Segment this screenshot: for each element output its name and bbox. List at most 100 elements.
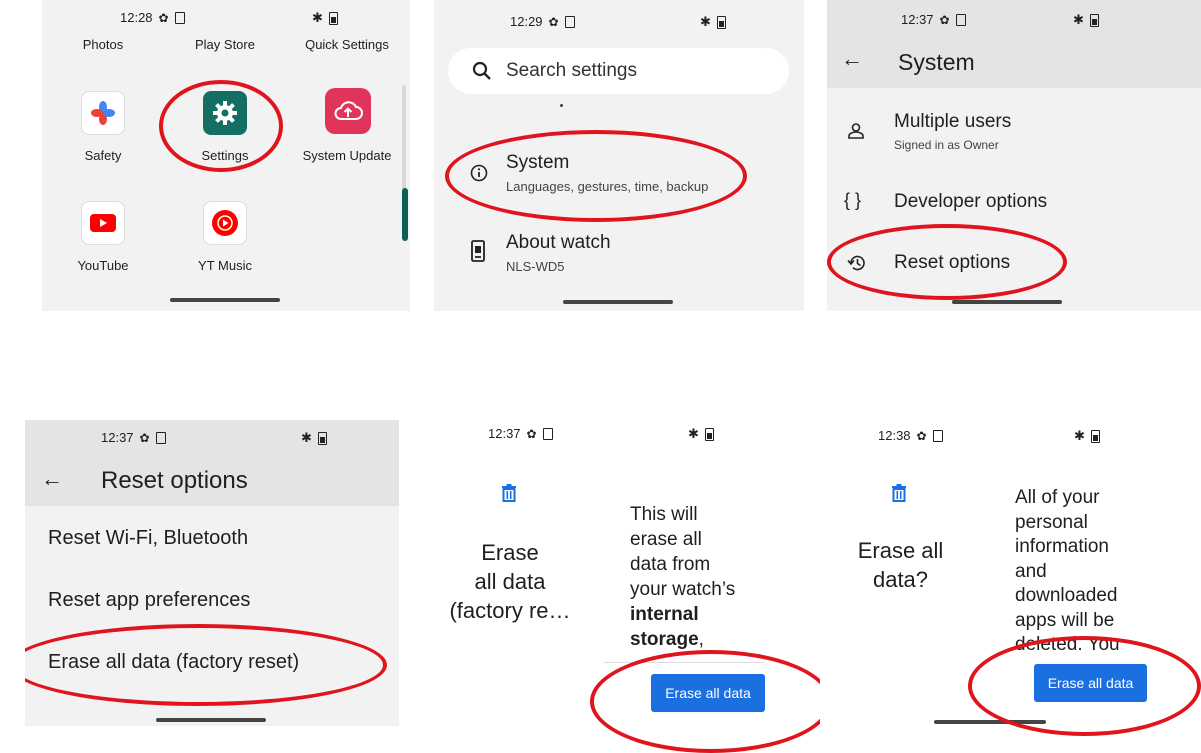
app-system-update[interactable] (325, 88, 371, 134)
reset-item-wifi-bluetooth[interactable]: Reset Wi-Fi, Bluetooth (48, 527, 248, 550)
heading-line: data? (872, 567, 929, 592)
panel-reset-options: 12:37 ✿ ✱ ← Reset options Reset Wi-Fi, B… (25, 420, 399, 726)
bluetooth-icon: ✱ (688, 426, 699, 441)
scroll-dot (560, 104, 563, 107)
divider (604, 662, 764, 663)
cloud-upload-icon (334, 101, 363, 120)
status-bar-left: 12:37 ✿ (901, 12, 966, 27)
battery-icon (716, 15, 726, 29)
system-item-title: Developer options (894, 191, 1048, 212)
yt-music-icon (212, 210, 238, 236)
settings-item-about-watch[interactable]: About watch NLS-WD5 (434, 222, 804, 286)
erase-all-data-button[interactable]: Erase all data (1034, 664, 1147, 702)
app-label-youtube: YouTube (77, 258, 129, 273)
page-title: Reset options (101, 467, 248, 494)
app-settings[interactable] (203, 91, 247, 135)
clock: 12:38 (878, 428, 911, 443)
panel-system: 12:37 ✿ ✱ ← System Multiple users Signed… (827, 0, 1201, 311)
panel-erase-confirm-1: 12:37 ✿ ✱ Erase all data (factory re… Th… (440, 410, 820, 753)
back-arrow-icon[interactable]: ← (41, 466, 63, 492)
body-line: and (1015, 560, 1047, 582)
body-line: data from (630, 554, 711, 575)
sd-card-icon (564, 15, 575, 28)
reset-item-app-preferences[interactable]: Reset app preferences (48, 589, 250, 612)
settings-status-icon: ✿ (139, 430, 150, 445)
panel-settings: 12:29 ✿ ✱ Search settings System Languag… (434, 0, 804, 311)
body-line: apps will be (1015, 609, 1115, 631)
search-bar[interactable]: Search settings (448, 48, 789, 94)
battery-icon (328, 11, 338, 25)
nav-handle[interactable] (170, 298, 280, 302)
sd-card-icon (932, 429, 943, 442)
app-youtube[interactable] (81, 201, 125, 245)
body-line: personal (1015, 511, 1088, 533)
bluetooth-icon: ✱ (700, 14, 711, 29)
sd-card-icon (955, 13, 966, 26)
nav-handle[interactable] (156, 718, 266, 722)
sd-card-icon (155, 431, 166, 444)
battery-icon (704, 427, 714, 441)
back-arrow-icon[interactable]: ← (841, 46, 863, 72)
app-label-photos[interactable]: Photos (48, 37, 158, 52)
body-line-bold: storage (630, 629, 699, 650)
search-icon (472, 61, 491, 80)
status-bar-right: ✱ (688, 426, 714, 442)
system-item-developer-options[interactable]: { } Developer options (827, 180, 1201, 226)
trash-icon (502, 484, 516, 502)
nav-handle[interactable] (934, 720, 1046, 724)
status-bar-right: ✱ (301, 430, 327, 446)
clock: 12:29 (510, 14, 543, 29)
nav-handle[interactable] (563, 300, 673, 304)
settings-item-subtitle: Languages, gestures, time, backup (506, 179, 709, 194)
battery-icon (1090, 429, 1100, 443)
body-line: erase all (630, 529, 702, 550)
body-comma: , (698, 629, 704, 650)
battery-icon (1089, 13, 1099, 27)
app-label-play-store[interactable]: Play Store (170, 37, 280, 52)
heading-line: (factory re… (449, 598, 571, 623)
dialog-body: This will erase all data from your watch… (630, 502, 770, 662)
heading-line: Erase (481, 540, 539, 565)
settings-status-icon: ✿ (939, 12, 950, 27)
watch-icon (471, 240, 485, 262)
body-line: deleted. You (1015, 634, 1120, 652)
gear-icon (213, 101, 237, 125)
nav-handle[interactable] (952, 300, 1062, 304)
app-safety[interactable] (81, 91, 125, 135)
settings-item-title: About watch (506, 232, 611, 253)
system-item-reset-options[interactable]: Reset options (827, 242, 1201, 288)
settings-item-subtitle: NLS-WD5 (506, 259, 565, 274)
person-icon (848, 123, 864, 139)
status-bar-right: ✱ (312, 10, 338, 26)
reset-item-erase-all-data[interactable]: Erase all data (factory reset) (48, 651, 299, 674)
heading-line: Erase all (857, 538, 944, 563)
status-bar-right: ✱ (700, 14, 726, 30)
dialog-heading: Erase all data (factory re… (440, 538, 580, 625)
settings-item-system[interactable]: System Languages, gestures, time, backup (434, 140, 804, 204)
body-line: This will (630, 504, 698, 525)
body-line: downloaded (1015, 585, 1118, 606)
dialog-body: All of your personal information and dow… (1015, 486, 1155, 652)
bluetooth-icon: ✱ (1074, 428, 1085, 443)
erase-all-data-button[interactable]: Erase all data (651, 674, 765, 712)
bluetooth-icon: ✱ (312, 10, 323, 25)
settings-item-title: System (506, 152, 570, 173)
status-bar-right: ✱ (1074, 428, 1100, 444)
status-bar-left: 12:37 ✿ (101, 430, 166, 445)
app-label-settings: Settings (201, 148, 249, 163)
scrollbar-thumb[interactable] (402, 188, 408, 241)
body-line: your watch’s (630, 579, 736, 600)
clock: 12:37 (488, 426, 521, 441)
system-item-title: Reset options (894, 252, 1011, 273)
status-bar-left: 12:28 ✿ (120, 10, 185, 25)
clock: 12:37 (901, 12, 934, 27)
panel-erase-confirm-2: 12:38 ✿ ✱ Erase all data? All of your pe… (828, 410, 1201, 753)
settings-status-icon: ✿ (548, 14, 559, 29)
app-label-system-update: System Update (302, 148, 392, 163)
system-item-subtitle: Signed in as Owner (894, 138, 999, 152)
settings-status-icon: ✿ (158, 10, 169, 25)
system-item-multiple-users[interactable]: Multiple users Signed in as Owner (827, 104, 1201, 162)
app-yt-music[interactable] (203, 201, 247, 245)
search-placeholder: Search settings (506, 60, 637, 81)
app-label-quick-settings[interactable]: Quick Settings (292, 37, 402, 52)
